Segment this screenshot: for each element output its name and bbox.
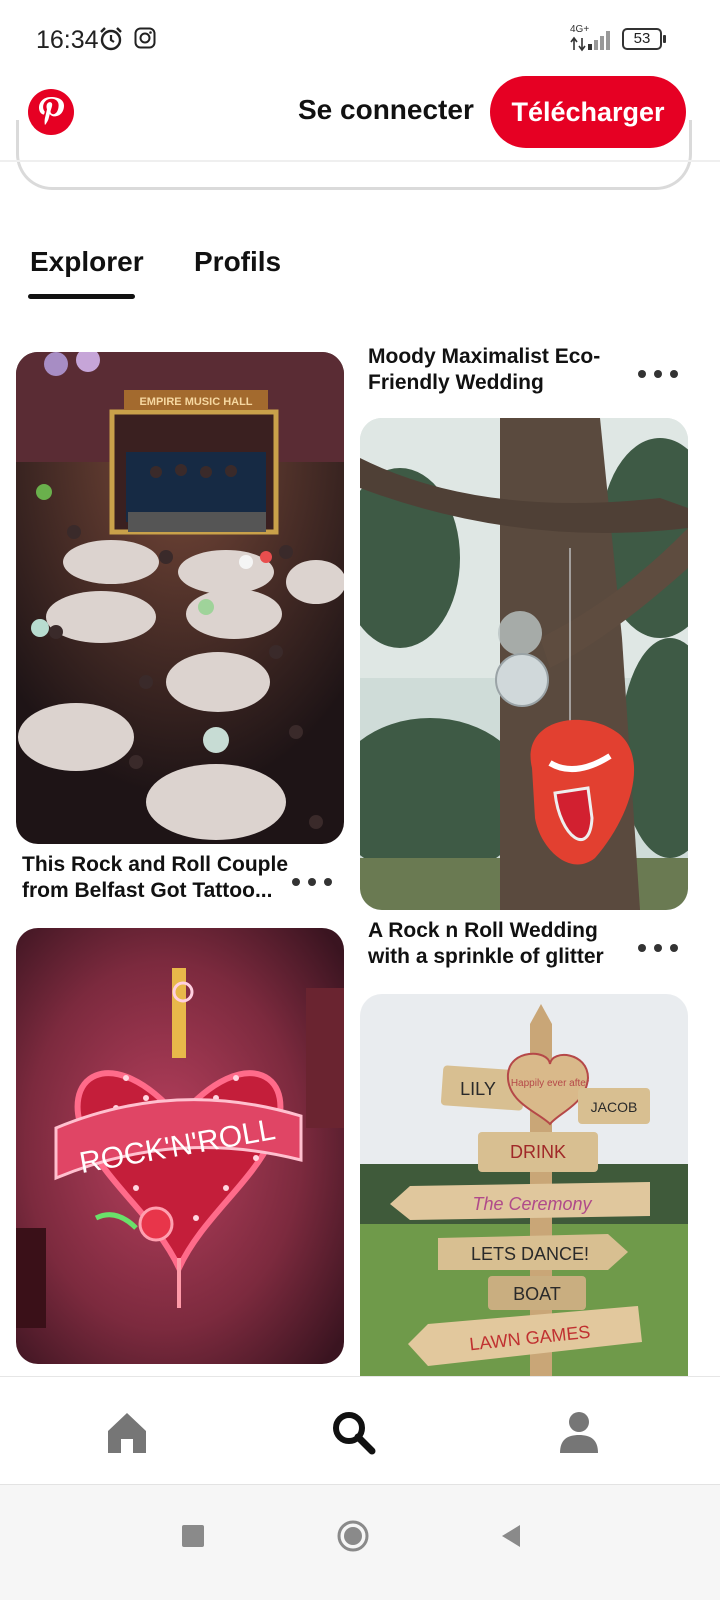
dot [292,878,300,886]
battery-indicator: 53 [622,28,666,50]
tab-profils[interactable]: Profils [194,246,281,278]
active-tab-indicator [28,294,135,299]
pin-title-rock-couple[interactable]: This Rock and Roll Couple from Belfast G… [22,852,292,904]
recent-apps-icon[interactable] [180,1523,206,1549]
dot [638,370,646,378]
system-navigation-bar [0,1484,720,1600]
status-time: 16:34 [36,26,99,54]
alarm-icon [100,27,122,51]
dot [670,944,678,952]
sign-dance: LETS DANCE! [471,1244,589,1264]
sign-boat: BOAT [513,1284,561,1304]
home-icon[interactable] [104,1409,150,1455]
status-bar: 16:34 4G+ 53 [0,0,720,76]
tab-explorer[interactable]: Explorer [30,246,144,278]
signal-icon [570,31,610,52]
dot [654,370,662,378]
pin-image-neon-heart[interactable]: ROCK'N'ROLL [16,928,344,1364]
sign-drink: DRINK [510,1142,566,1162]
sign-happy: Happily ever after [511,1078,590,1089]
home-circle-icon[interactable] [336,1519,370,1553]
dot [308,878,316,886]
sign-lily: LILY [460,1079,496,1099]
search-icon[interactable] [330,1409,376,1455]
bottom-navigation [0,1376,720,1484]
sign-ceremony: The Ceremony [472,1194,592,1214]
sign-jacob: JACOB [591,1099,638,1115]
dot [654,944,662,952]
more-options-button[interactable] [292,872,332,892]
instagram-icon [134,27,156,49]
music-hall-sign: EMPIRE MUSIC HALL [139,396,252,408]
pin-image-signpost[interactable]: LILY Happily ever after JACOB DRINK The … [360,994,688,1376]
profile-icon[interactable] [556,1409,602,1455]
pin-image-music-hall[interactable]: EMPIRE MUSIC HALL [16,352,344,844]
header-divider [0,160,720,162]
dot [638,944,646,952]
dot [324,878,332,886]
more-options-button[interactable] [638,938,678,958]
pin-image-tree-tongue[interactable] [360,418,688,910]
search-bar[interactable] [16,120,692,190]
pin-title-rock-wedding[interactable]: A Rock n Roll Wedding with a sprinkle of… [368,918,628,970]
more-options-button[interactable] [638,364,678,384]
back-icon[interactable] [498,1523,524,1549]
dot [670,370,678,378]
pin-title-moody-wedding[interactable]: Moody Maximalist Eco-Friendly Wedding [368,344,628,396]
